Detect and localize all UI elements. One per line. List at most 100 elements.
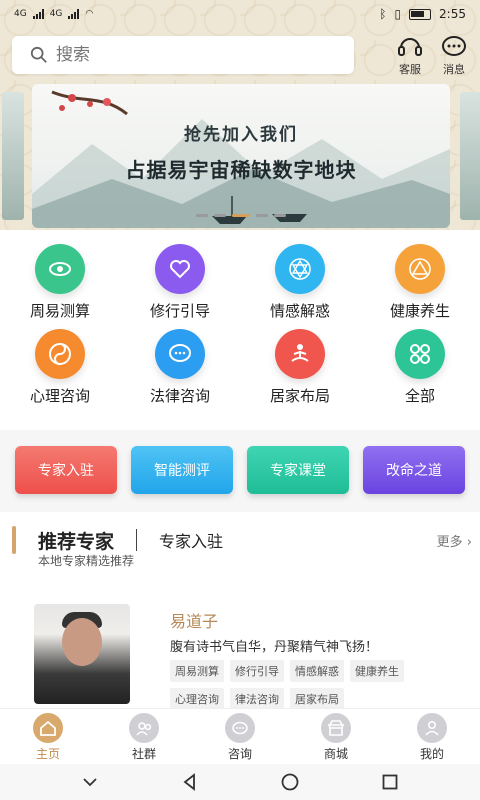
heart-icon — [155, 244, 205, 294]
category-grid: 周易测算 修行引导 情感解惑 健康养生 心理咨询 法律咨询 居家布局 全部 — [0, 230, 480, 406]
customer-service-button[interactable]: 客服 — [396, 33, 424, 77]
category-home-layout[interactable]: 居家布局 — [240, 329, 360, 406]
recommended-experts-panel: 推荐专家 专家入驻 更多 › 本地专家精选推荐 易道子 腹有诗书气自华，丹聚精气… — [0, 512, 480, 712]
search-box[interactable] — [12, 36, 354, 74]
more-label: 更多 — [436, 534, 463, 550]
messages-label: 消息 — [443, 63, 465, 76]
banner-next-peek[interactable] — [460, 92, 480, 220]
expert-tag: 居家布局 — [290, 688, 344, 710]
wifi-icon: ◠ — [85, 9, 94, 19]
signal-icon — [32, 9, 44, 19]
banner-prev-peek[interactable] — [2, 92, 24, 220]
vibrate-icon: ▯ — [394, 7, 402, 21]
smart-assessment-button[interactable]: 智能测评 — [131, 446, 233, 494]
tab-profile[interactable]: 我的 — [392, 709, 472, 764]
tab-label: 我的 — [419, 747, 444, 761]
category-panel: 周易测算 修行引导 情感解惑 健康养生 心理咨询 法律咨询 居家布局 全部 — [0, 230, 480, 430]
banner-dot — [196, 214, 208, 217]
avatar-face — [62, 618, 102, 666]
tab-home[interactable]: 主页 — [8, 709, 88, 764]
category-psychology[interactable]: 心理咨询 — [0, 329, 120, 406]
hexagram-icon — [275, 244, 325, 294]
tab-mall[interactable]: 商城 — [296, 709, 376, 764]
status-right: ᛒ ▯ 2:55 — [379, 7, 466, 21]
expert-name: 易道子 — [170, 612, 219, 631]
category-emotion[interactable]: 情感解惑 — [240, 244, 360, 321]
category-label: 法律咨询 — [149, 387, 210, 405]
grid-icon — [395, 329, 445, 379]
headset-icon — [398, 38, 422, 56]
recents-icon[interactable] — [380, 772, 400, 792]
category-label: 修行引导 — [149, 302, 210, 320]
category-practice[interactable]: 修行引导 — [120, 244, 240, 321]
chat-bubble-icon — [155, 329, 205, 379]
tab-label: 商城 — [323, 747, 348, 761]
expert-tag: 律法咨询 — [230, 688, 284, 710]
tab-label: 社群 — [131, 747, 156, 761]
experts-title: 推荐专家 — [38, 530, 115, 553]
category-health[interactable]: 健康养生 — [360, 244, 480, 321]
customer-service-label: 客服 — [399, 63, 421, 76]
category-all[interactable]: 全部 — [360, 329, 480, 406]
expert-tag: 心理咨询 — [170, 688, 224, 710]
tab-label: 主页 — [35, 747, 60, 761]
header-actions: 客服 消息 — [396, 33, 468, 77]
messages-button[interactable]: 消息 — [440, 33, 468, 77]
category-label: 健康养生 — [389, 302, 450, 320]
experts-join-link[interactable]: 专家入驻 — [159, 528, 223, 552]
banner-headline: 抢先加入我们 — [184, 125, 298, 145]
chevron-down-icon[interactable] — [80, 772, 100, 792]
more-link[interactable]: 更多 › — [437, 531, 472, 550]
category-label: 情感解惑 — [269, 302, 330, 320]
bottom-tab-bar: 主页 社群 咨询 商城 我的 — [0, 708, 480, 764]
eye-icon — [35, 244, 85, 294]
banner-dot-active — [232, 214, 250, 217]
search-input[interactable] — [56, 45, 306, 65]
experts-subtitle: 本地专家精选推荐 — [38, 554, 135, 568]
tab-community[interactable]: 社群 — [104, 709, 184, 764]
expert-join-button[interactable]: 专家入驻 — [15, 446, 117, 494]
triangle-icon — [395, 244, 445, 294]
category-label: 居家布局 — [269, 387, 330, 405]
signal-icon — [68, 9, 80, 19]
battery-icon — [409, 8, 432, 20]
community-icon — [129, 713, 159, 743]
banner-carousel[interactable]: 抢先加入我们 占据易宇宙稀缺数字地块 — [32, 84, 450, 228]
category-legal[interactable]: 法律咨询 — [120, 329, 240, 406]
expert-motto: 腹有诗书气自华，丹聚精气神飞扬！ — [170, 640, 379, 655]
banner-indicator — [32, 214, 450, 217]
tab-consult[interactable]: 咨询 — [200, 709, 280, 764]
system-navigation-bar — [0, 764, 480, 800]
consult-icon — [225, 713, 255, 743]
section-accent-bar — [12, 526, 16, 554]
expert-card[interactable]: 易道子 腹有诗书气自华，丹聚精气神飞扬！ 周易测算 修行引导 情感解惑 健康养生… — [34, 604, 464, 714]
feature-row: 专家入驻 智能测评 专家课堂 改命之道 — [0, 446, 480, 498]
tab-label: 咨询 — [227, 747, 252, 761]
yinyang-icon — [35, 329, 85, 379]
status-left: 4G 4G ◠ — [14, 9, 93, 19]
meditation-icon — [275, 329, 325, 379]
search-icon — [30, 46, 47, 63]
home-circle-icon[interactable] — [280, 772, 300, 792]
expert-tag: 情感解惑 — [290, 660, 344, 682]
fate-change-button[interactable]: 改命之道 — [363, 446, 465, 494]
banner-dot — [214, 214, 226, 217]
category-label: 心理咨询 — [29, 387, 90, 405]
banner-dot — [256, 214, 268, 217]
banner-dot — [274, 214, 286, 217]
network-label: 4G — [49, 9, 63, 19]
expert-avatar — [34, 604, 130, 704]
store-icon — [321, 713, 351, 743]
banner-subheadline: 占据易宇宙稀缺数字地块 — [125, 158, 357, 182]
back-icon[interactable] — [180, 772, 200, 792]
expert-class-button[interactable]: 专家课堂 — [247, 446, 349, 494]
category-label: 周易测算 — [29, 302, 90, 320]
chat-icon — [442, 36, 466, 56]
category-label: 全部 — [404, 387, 435, 405]
expert-tags: 周易测算 修行引导 情感解惑 健康养生 心理咨询 律法咨询 居家布局 — [170, 660, 460, 710]
status-time: 2:55 — [439, 7, 466, 21]
network-label: 4G — [14, 9, 27, 19]
category-zhouyi[interactable]: 周易测算 — [0, 244, 120, 321]
divider — [136, 529, 138, 551]
expert-tag: 周易测算 — [170, 660, 224, 682]
